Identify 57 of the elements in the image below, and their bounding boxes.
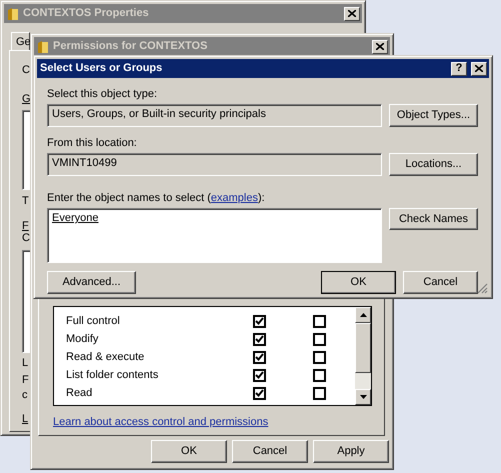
prompt-text: Enter the object names to select (examples): bbox=[47, 192, 265, 205]
permission-name: List folder contents bbox=[65, 368, 160, 382]
permission-name: Read & execute bbox=[65, 350, 146, 364]
button[interactable]: Cancel bbox=[403, 271, 478, 294]
window-title: CONTEXTOS Properties bbox=[23, 7, 150, 20]
label: C bbox=[22, 64, 30, 76]
checkbox[interactable] bbox=[312, 314, 326, 328]
label: From this location: bbox=[47, 137, 138, 150]
close-button[interactable] bbox=[344, 6, 360, 20]
resize-grip-icon bbox=[477, 283, 488, 294]
folder-icon bbox=[37, 40, 49, 54]
label: L bbox=[22, 413, 28, 425]
up-arrow-icon bbox=[360, 313, 366, 317]
folder-icon bbox=[7, 6, 19, 20]
close-icon bbox=[376, 43, 384, 50]
window-title: Select Users or Groups bbox=[40, 62, 164, 75]
label: G bbox=[22, 93, 31, 105]
checkbox[interactable] bbox=[252, 386, 266, 400]
checkbox[interactable] bbox=[252, 314, 266, 328]
label: F bbox=[22, 220, 29, 232]
label: Select this object type: bbox=[47, 88, 158, 101]
window-title: Permissions for CONTEXTOS bbox=[53, 40, 208, 53]
close-button[interactable] bbox=[372, 40, 388, 54]
checkbox[interactable] bbox=[312, 332, 326, 346]
label: L bbox=[22, 357, 28, 369]
close-icon bbox=[475, 65, 483, 72]
label: F bbox=[22, 374, 29, 386]
button[interactable]: Locations... bbox=[389, 153, 478, 176]
checkbox[interactable] bbox=[252, 368, 266, 382]
button[interactable]: Cancel bbox=[232, 440, 308, 463]
help-button[interactable]: ? bbox=[451, 62, 467, 76]
down-arrow-icon bbox=[360, 395, 366, 399]
label: C bbox=[22, 232, 30, 244]
checkbox[interactable] bbox=[312, 368, 326, 382]
checkbox[interactable] bbox=[252, 332, 266, 346]
text-field[interactable]: VMINT10499 bbox=[47, 153, 382, 176]
permission-name: Full control bbox=[65, 314, 121, 328]
close-button[interactable] bbox=[471, 62, 487, 76]
button[interactable]: OK bbox=[151, 440, 227, 463]
permission-name: Modify bbox=[65, 332, 100, 346]
checkbox[interactable] bbox=[312, 386, 326, 400]
checkbox[interactable] bbox=[252, 350, 266, 364]
button[interactable]: Apply bbox=[313, 440, 389, 463]
permission-name: Read bbox=[65, 386, 94, 400]
names-field[interactable]: Everyone bbox=[47, 208, 382, 263]
scrollbar[interactable] bbox=[355, 307, 371, 405]
link[interactable]: examples bbox=[210, 192, 258, 204]
label: T bbox=[22, 195, 29, 207]
label: c bbox=[22, 389, 28, 401]
button[interactable]: Advanced... bbox=[47, 271, 136, 294]
button[interactable]: Object Types... bbox=[389, 104, 478, 127]
close-icon bbox=[348, 10, 356, 17]
button[interactable]: OK bbox=[321, 271, 396, 294]
button[interactable]: Check Names bbox=[389, 208, 478, 230]
link[interactable]: Learn about access control and permissions bbox=[53, 416, 268, 429]
checkbox[interactable] bbox=[312, 350, 326, 364]
text-field[interactable]: Users, Groups, or Built-in security principals bbox=[47, 104, 382, 127]
